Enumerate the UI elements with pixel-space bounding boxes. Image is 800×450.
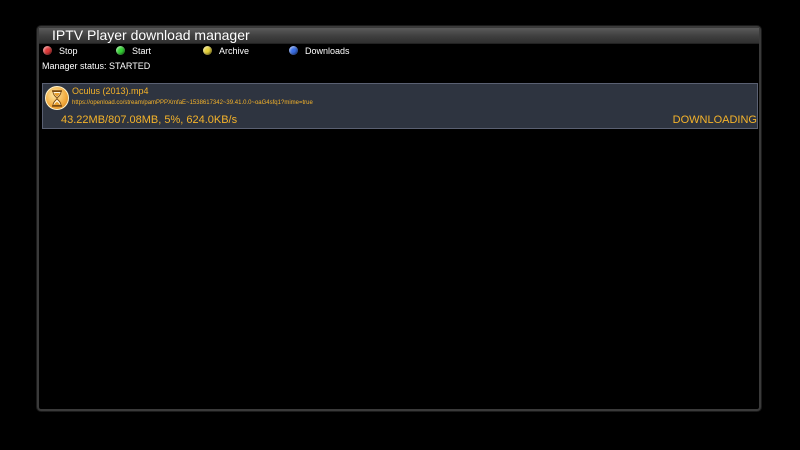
download-progress: 43.22MB/807.08MB, 5%, 624.0KB/s	[61, 114, 238, 126]
download-list: Oculus (2013).mp4 https://openload.co/st…	[42, 83, 758, 129]
stop-key[interactable]: Stop	[43, 45, 78, 57]
downloads-key-label: Downloads	[305, 46, 350, 56]
green-button-icon	[116, 46, 125, 55]
window-title: IPTV Player download manager	[39, 28, 759, 44]
blue-button-icon	[289, 46, 298, 55]
download-manager-window: IPTV Player download manager Stop Start …	[37, 26, 761, 411]
download-url: https://openload.co/stream/pamPPPXmfaE~1…	[72, 100, 313, 106]
hourglass-icon	[45, 86, 69, 110]
red-button-icon	[43, 46, 52, 55]
manager-status: Manager status: STARTED	[42, 61, 151, 71]
yellow-button-icon	[203, 46, 212, 55]
download-row[interactable]: Oculus (2013).mp4 https://openload.co/st…	[42, 83, 758, 129]
archive-key-label: Archive	[219, 46, 250, 56]
start-key[interactable]: Start	[116, 45, 151, 57]
archive-key[interactable]: Archive	[203, 45, 249, 57]
downloads-key[interactable]: Downloads	[289, 45, 350, 57]
color-key-legend: Stop Start Archive Downloads	[43, 45, 743, 58]
start-key-label: Start	[132, 46, 152, 56]
download-state: DOWNLOADING	[672, 114, 757, 126]
download-file-name: Oculus (2013).mp4	[72, 86, 149, 96]
stop-key-label: Stop	[59, 46, 78, 56]
